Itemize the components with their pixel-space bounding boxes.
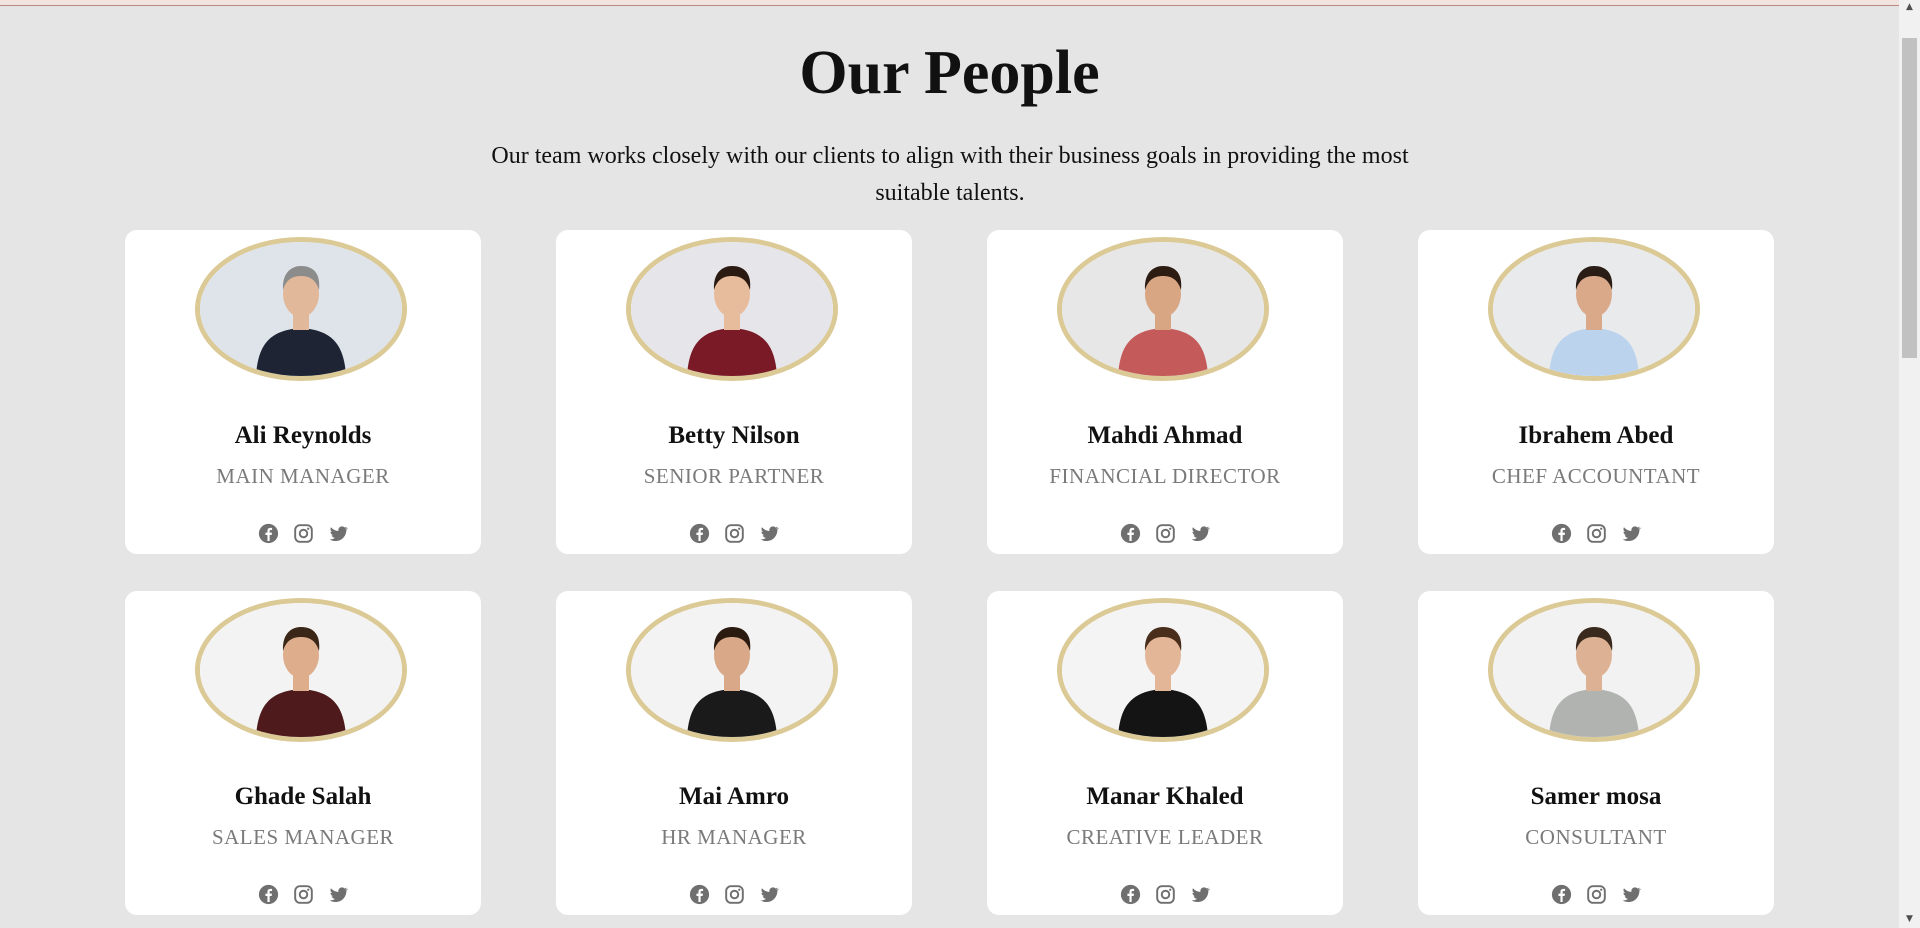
team-card: Betty Nilson SENIOR PARTNER [556,230,912,554]
team-member-name: Ali Reynolds [234,422,372,449]
facebook-icon[interactable] [1120,884,1141,905]
team-member-photo [195,237,407,381]
twitter-icon[interactable] [328,523,349,544]
social-links [556,884,912,905]
social-links [125,523,481,544]
team-member-name: Betty Nilson [668,422,800,449]
team-member-name: Ghade Salah [234,783,372,810]
team-card: Ali Reynolds MAIN MANAGER [125,230,481,554]
social-links [987,523,1343,544]
page-subtitle: Our team works closely with our clients … [491,143,1409,206]
team-member-role: SALES MANAGER [211,825,395,849]
team-member-name: Samer mosa [1530,783,1662,810]
instagram-icon[interactable] [1586,884,1607,905]
top-border [0,0,1899,6]
team-member-role: SENIOR PARTNER [643,464,825,488]
team-card: Mahdi Ahmad FINANCIAL DIRECTOR [987,230,1343,554]
instagram-icon[interactable] [724,884,745,905]
team-card: Samer mosa CONSULTANT [1418,591,1774,915]
team-card: Manar Khaled CREATIVE LEADER [987,591,1343,915]
twitter-icon[interactable] [1621,523,1642,544]
social-links [1418,523,1774,544]
team-member-role: CHEF ACCOUNTANT [1491,464,1701,488]
page: Our People Our team works closely with o… [0,0,1920,928]
team-member-photo [195,598,407,742]
facebook-icon[interactable] [1120,523,1141,544]
facebook-icon[interactable] [1551,523,1572,544]
instagram-icon[interactable] [293,884,314,905]
team-member-photo [1057,237,1269,381]
twitter-icon[interactable] [759,884,780,905]
team-member-photo [626,237,838,381]
instagram-icon[interactable] [724,523,745,544]
team-card: Ibrahem Abed CHEF ACCOUNTANT [1418,230,1774,554]
team-member-photo [1488,598,1700,742]
facebook-icon[interactable] [689,523,710,544]
scrollbar[interactable]: ▲ ▼ [1899,0,1920,928]
facebook-icon[interactable] [258,884,279,905]
instagram-icon[interactable] [293,523,314,544]
scroll-up-icon[interactable]: ▲ [1899,2,1920,12]
team-member-name: Mahdi Ahmad [1087,422,1243,449]
team-member-role: MAIN MANAGER [216,464,390,488]
team-member-name: Mai Amro [679,783,789,810]
team-member-name: Manar Khaled [1086,783,1244,810]
team-member-photo [1057,598,1269,742]
facebook-icon[interactable] [258,523,279,544]
page-title: Our People [799,39,1100,107]
social-links [556,523,912,544]
team-member-role: HR MANAGER [661,825,807,849]
twitter-icon[interactable] [1621,884,1642,905]
instagram-icon[interactable] [1155,523,1176,544]
twitter-icon[interactable] [1190,523,1211,544]
social-links [125,884,481,905]
team-card: Mai Amro HR MANAGER [556,591,912,915]
team-card: Ghade Salah SALES MANAGER [125,591,481,915]
instagram-icon[interactable] [1155,884,1176,905]
social-links [987,884,1343,905]
facebook-icon[interactable] [1551,884,1572,905]
instagram-icon[interactable] [1586,523,1607,544]
twitter-icon[interactable] [759,523,780,544]
team-member-role: CONSULTANT [1525,825,1667,849]
team-member-role: CREATIVE LEADER [1066,825,1264,849]
social-links [1418,884,1774,905]
scroll-down-icon[interactable]: ▼ [1899,914,1920,924]
team-member-role: FINANCIAL DIRECTOR [1049,464,1281,488]
twitter-icon[interactable] [1190,884,1211,905]
facebook-icon[interactable] [689,884,710,905]
team-member-name: Ibrahem Abed [1518,422,1674,449]
scrollbar-thumb[interactable] [1902,38,1917,358]
team-member-photo [1488,237,1700,381]
team-member-photo [626,598,838,742]
twitter-icon[interactable] [328,884,349,905]
